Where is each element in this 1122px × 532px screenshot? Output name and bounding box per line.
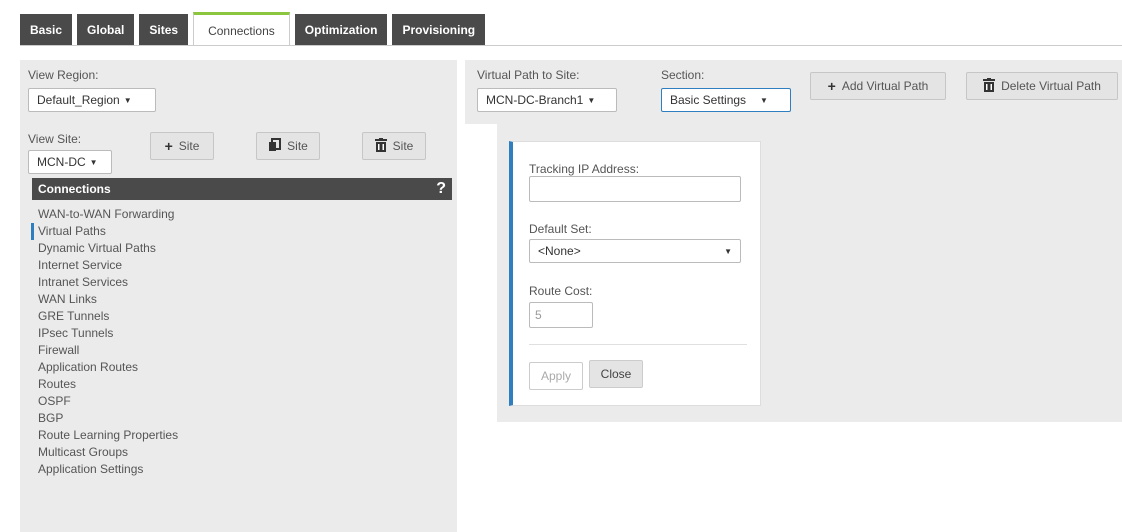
chevron-down-icon: ▼ bbox=[123, 95, 132, 105]
sidebar-item-wan-to-wan-forwarding[interactable]: WAN-to-WAN Forwarding bbox=[38, 206, 178, 223]
view-region-label: View Region: bbox=[28, 68, 99, 82]
left-panel: View Region: Default_Region ▼ View Site:… bbox=[20, 60, 457, 532]
plus-icon: + bbox=[827, 78, 836, 94]
connections-title: Connections bbox=[38, 182, 111, 196]
view-region-select[interactable]: Default_Region ▼ bbox=[28, 88, 156, 112]
close-button[interactable]: Close bbox=[589, 360, 643, 388]
sidebar-item-gre-tunnels[interactable]: GRE Tunnels bbox=[38, 308, 178, 325]
tab-optimization[interactable]: Optimization bbox=[294, 14, 388, 46]
sidebar-item-wan-links[interactable]: WAN Links bbox=[38, 291, 178, 308]
delete-site-label: Site bbox=[392, 139, 414, 153]
delete-virtual-path-button[interactable]: Delete Virtual Path bbox=[966, 72, 1118, 100]
sidebar-item-dynamic-virtual-paths[interactable]: Dynamic Virtual Paths bbox=[38, 240, 178, 257]
copy-icon bbox=[268, 137, 282, 155]
chevron-down-icon: ▼ bbox=[760, 95, 768, 105]
help-icon[interactable]: ? bbox=[436, 180, 446, 198]
plus-icon: + bbox=[164, 138, 173, 154]
chevron-down-icon: ▼ bbox=[587, 95, 596, 105]
route-cost-input[interactable]: 5 bbox=[529, 302, 593, 328]
delete-site-button[interactable]: Site bbox=[362, 132, 426, 160]
add-virtual-path-button[interactable]: + Add Virtual Path bbox=[810, 72, 946, 100]
vpath-label: Virtual Path to Site: bbox=[477, 68, 580, 82]
clone-site-button[interactable]: Site bbox=[256, 132, 320, 160]
tab-provisioning[interactable]: Provisioning bbox=[392, 14, 486, 46]
sidebar-item-application-routes[interactable]: Application Routes bbox=[38, 359, 178, 376]
view-site-label: View Site: bbox=[28, 132, 82, 146]
chevron-down-icon: ▼ bbox=[89, 157, 98, 167]
section-label: Section: bbox=[661, 68, 705, 82]
add-vpath-label: Add Virtual Path bbox=[841, 79, 929, 93]
sidebar-item-bgp[interactable]: BGP bbox=[38, 410, 178, 427]
connections-header: Connections ? bbox=[32, 178, 452, 200]
vpath-value: MCN-DC-Branch1 bbox=[486, 93, 584, 107]
tab-bar: Basic Global Sites Connections Optimizat… bbox=[20, 12, 490, 46]
sidebar-item-internet-service[interactable]: Internet Service bbox=[38, 257, 178, 274]
vpath-select[interactable]: MCN-DC-Branch1 ▼ bbox=[477, 88, 617, 112]
view-site-value: MCN-DC bbox=[37, 155, 86, 169]
section-value: Basic Settings bbox=[670, 93, 747, 107]
default-set-label: Default Set: bbox=[529, 222, 592, 236]
clone-site-label: Site bbox=[287, 139, 308, 153]
sidebar-item-route-learning-properties[interactable]: Route Learning Properties bbox=[38, 427, 178, 444]
form-divider bbox=[529, 344, 747, 345]
delete-vpath-label: Delete Virtual Path bbox=[1001, 79, 1101, 93]
apply-button[interactable]: Apply bbox=[529, 362, 583, 390]
section-select[interactable]: Basic Settings ▼ bbox=[661, 88, 791, 112]
tab-connections[interactable]: Connections bbox=[193, 12, 290, 46]
connections-menu: WAN-to-WAN Forwarding Virtual Paths Dynami… bbox=[31, 206, 178, 478]
trash-icon bbox=[983, 77, 996, 95]
virtual-path-toolbar: Virtual Path to Site: MCN-DC-Branch1 ▼ S… bbox=[465, 60, 1122, 124]
add-site-label: Site bbox=[178, 139, 200, 153]
tracking-ip-label: Tracking IP Address: bbox=[529, 162, 640, 176]
sidebar-item-virtual-paths[interactable]: Virtual Paths bbox=[31, 223, 178, 240]
tab-global[interactable]: Global bbox=[77, 14, 135, 46]
tab-basic[interactable]: Basic bbox=[20, 14, 73, 46]
sidebar-item-ipsec-tunnels[interactable]: IPsec Tunnels bbox=[38, 325, 178, 342]
basic-settings-card: Tracking IP Address: Default Set: <None>… bbox=[509, 141, 761, 406]
view-region-value: Default_Region bbox=[37, 93, 120, 107]
tracking-ip-input[interactable] bbox=[529, 176, 741, 202]
default-set-value: <None> bbox=[538, 244, 581, 258]
sidebar-item-multicast-groups[interactable]: Multicast Groups bbox=[38, 444, 178, 461]
tab-divider bbox=[20, 45, 1122, 46]
tab-sites[interactable]: Sites bbox=[139, 14, 189, 46]
sidebar-item-application-settings[interactable]: Application Settings bbox=[38, 461, 178, 478]
route-cost-label: Route Cost: bbox=[529, 284, 593, 298]
view-site-select[interactable]: MCN-DC ▼ bbox=[28, 150, 112, 174]
chevron-down-icon: ▼ bbox=[724, 246, 732, 256]
add-site-button[interactable]: + Site bbox=[150, 132, 214, 160]
default-set-select[interactable]: <None> ▼ bbox=[529, 239, 741, 263]
trash-icon bbox=[374, 137, 387, 155]
sidebar-item-routes[interactable]: Routes bbox=[38, 376, 178, 393]
sidebar-item-intranet-services[interactable]: Intranet Services bbox=[38, 274, 178, 291]
sidebar-item-firewall[interactable]: Firewall bbox=[38, 342, 178, 359]
sidebar-item-ospf[interactable]: OSPF bbox=[38, 393, 178, 410]
